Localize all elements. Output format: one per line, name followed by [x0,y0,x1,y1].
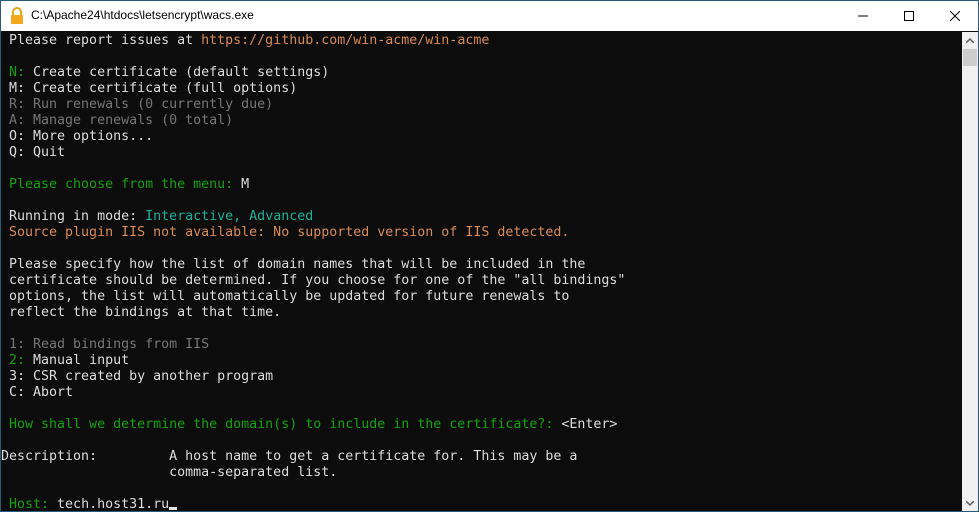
console-text: A: Manage renewals (0 total) [1,113,234,128]
console-text: reflect the bindings at that time. [1,305,282,320]
console-text: 3: CSR created by another program [1,369,274,384]
console-text: 2: [1,353,34,368]
minimize-icon [858,15,868,17]
console-text: Host: [1,497,58,512]
console-text: Please choose from the menu: [1,177,242,192]
console-text: certificate should be determined. If you… [1,273,626,288]
console-text: Source plugin IIS not available: No supp… [1,225,570,240]
text-cursor [169,507,178,510]
chevron-down-icon [966,500,974,506]
console-line: Please choose from the menu: M [1,177,962,193]
lock-icon [11,7,23,24]
console-text: Please specify how the list of domain na… [1,257,586,272]
scroll-down-button[interactable] [962,495,978,511]
console-text: Description: A host name to get a certif… [1,449,578,464]
console-line: 1: Read bindings from IIS [1,337,962,353]
console-line: Source plugin IIS not available: No supp… [1,225,962,241]
console-line: 3: CSR created by another program [1,369,962,385]
console-text: Manual input [33,353,130,368]
console-window: C:\Apache24\htdocs\letsencrypt\wacs.exe … [0,0,979,512]
console-line: Q: Quit [1,145,962,161]
console-line: Running in mode: Interactive, Advanced [1,209,962,225]
console-line: options, the list will automatically be … [1,289,962,305]
close-icon [950,11,960,21]
maximize-button[interactable] [886,1,932,31]
console-output[interactable]: Please report issues at https://github.c… [1,32,962,512]
console-line: certificate should be determined. If you… [1,273,962,289]
console-text: Q: Quit [1,145,66,160]
console-text: tech.host31.ru [57,497,170,512]
console-text: How shall we determine the domain(s) to … [1,417,562,432]
console-text: C: Abort [1,385,74,400]
console-text: N: [1,65,34,80]
console-line: comma-separated list. [1,465,962,481]
console-line: A: Manage renewals (0 total) [1,113,962,129]
console-text: Please report issues at [1,33,202,48]
chevron-up-icon [966,37,974,43]
console-line: C: Abort [1,385,962,401]
console-line: R: Run renewals (0 currently due) [1,97,962,113]
close-button[interactable] [932,1,978,31]
console-text: Interactive, Advanced [145,209,314,224]
console-line: 2: Manual input [1,353,962,369]
minimize-button[interactable] [840,1,886,31]
console-line: M: Create certificate (full options) [1,81,962,97]
window-title: C:\Apache24\htdocs\letsencrypt\wacs.exe [31,8,254,22]
console-line: N: Create certificate (default settings) [1,65,962,81]
console-text: comma-separated list. [1,465,338,480]
scrollbar-thumb[interactable] [963,49,977,66]
console-text: O: More options... [1,129,154,144]
console-text: 1: Read bindings from IIS [1,337,210,352]
console-line: Please specify how the list of domain na… [1,257,962,273]
console-text: R: Run renewals (0 currently due) [1,97,274,112]
vertical-scrollbar[interactable] [962,32,978,511]
title-bar[interactable]: C:\Apache24\htdocs\letsencrypt\wacs.exe [1,1,978,31]
console-text: <Enter> [561,417,618,432]
console-text: M [241,177,250,192]
console-line: O: More options... [1,129,962,145]
console-line: reflect the bindings at that time. [1,305,962,321]
maximize-icon [904,11,914,21]
console-text: https://github.com/win-acme/win-acme [201,33,490,48]
console-text: options, the list will automatically be … [1,289,570,304]
console-text: Create certificate (default settings) [33,65,330,80]
console-line: Host: tech.host31.ru [1,497,962,512]
console-text: Running in mode: [1,209,146,224]
scroll-up-button[interactable] [962,32,978,48]
console-text: M: Create certificate (full options) [1,81,298,96]
console-line: Please report issues at https://github.c… [1,33,962,49]
console-line: How shall we determine the domain(s) to … [1,417,962,433]
console-line: Description: A host name to get a certif… [1,449,962,465]
